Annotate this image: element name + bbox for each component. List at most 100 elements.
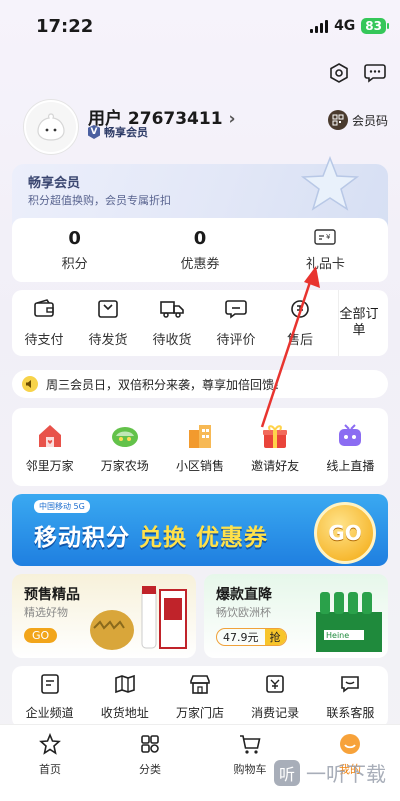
truck-icon: [160, 299, 184, 323]
promo-text-part1: 移动积分: [34, 525, 130, 551]
price-value: 47.9元: [223, 631, 259, 644]
signal-icon: [310, 19, 329, 33]
member-shield-icon: V: [88, 125, 100, 139]
tab-label: 购物车: [233, 763, 267, 776]
service-label: 邀请好友: [251, 458, 300, 473]
map-icon: [114, 673, 136, 698]
star-decoration-icon: [300, 155, 360, 216]
hot-deal-price[interactable]: 47.9元 抢: [216, 628, 287, 646]
promo-go-button[interactable]: GO: [314, 502, 376, 564]
order-label: 待收货: [152, 332, 192, 348]
service-label: 线上直播: [326, 458, 375, 473]
hot-deal-title: 爆款直降: [216, 587, 272, 603]
promo-banner[interactable]: 中国移动 5G 移动积分 兑换 优惠券 GO: [12, 494, 388, 566]
shortcut-label: 万家门店: [175, 706, 224, 720]
service-label: 邻里万家: [25, 458, 74, 473]
points-item[interactable]: 0 积分: [12, 218, 137, 282]
order-label: 待支付: [24, 332, 64, 348]
farm-icon: [110, 421, 140, 451]
member-banner-title: 畅享会员: [28, 176, 81, 191]
service-community-sales[interactable]: 小区销售: [165, 421, 235, 474]
member-code-label: 会员码: [351, 113, 388, 128]
service-icon: [339, 673, 361, 698]
shortcut-customer-service[interactable]: 联系客服: [315, 673, 385, 721]
order-pending-receipt[interactable]: 待收货: [140, 290, 204, 356]
receipt-icon: [264, 673, 286, 698]
comment-icon: [225, 299, 247, 323]
building-icon: [185, 421, 215, 451]
settings-icon[interactable]: [326, 60, 352, 86]
coupons-label: 优惠券: [180, 257, 220, 272]
shortcut-enterprise[interactable]: 企业频道: [15, 673, 85, 721]
shortcut-address[interactable]: 收货地址: [90, 673, 160, 721]
gift-card-icon: ¥: [314, 228, 337, 249]
shortcut-stores[interactable]: 万家门店: [165, 673, 235, 721]
tab-label: 分类: [139, 763, 161, 776]
watermark: 听 一听下载: [274, 758, 386, 787]
presale-card[interactable]: 预售精品 精选好物 GO: [12, 574, 196, 658]
shortcut-label: 收货地址: [100, 706, 149, 720]
services-card: 邻里万家 万家农场 小区销售 邀请好友 线上直播: [12, 408, 388, 486]
qrcode-icon: [327, 110, 348, 130]
assets-card: 0 积分 0 优惠券 ¥ 礼品卡: [12, 218, 388, 282]
store-icon: [189, 673, 211, 698]
shortcut-records[interactable]: 消费记录: [240, 673, 310, 721]
coupons-value: 0: [193, 228, 207, 249]
service-farm[interactable]: 万家农场: [90, 421, 160, 474]
grab-tag: 抢: [264, 629, 286, 645]
hot-deal-subtitle: 畅饮欧洲杯: [216, 606, 271, 619]
enterprise-icon: [39, 673, 61, 698]
status-time: 17:22: [36, 16, 94, 37]
status-indicators: 4G 83: [310, 18, 389, 34]
shortcut-label: 消费记录: [251, 706, 300, 720]
profile-icon: [339, 733, 361, 758]
svg-text:Heine: Heine: [326, 631, 349, 640]
tab-home[interactable]: 首页: [0, 725, 100, 801]
presale-title: 预售精品: [24, 587, 80, 603]
network-type: 4G: [334, 18, 356, 34]
promo-text-part2: 兑换: [139, 525, 188, 551]
order-pending-payment[interactable]: 待支付: [12, 290, 76, 356]
order-label: 待发货: [88, 332, 128, 348]
points-label: 积分: [61, 257, 88, 272]
china-mobile-logo: 中国移动 5G: [34, 500, 90, 513]
tab-category[interactable]: 分类: [100, 725, 200, 801]
annotation-arrow-icon: [260, 266, 320, 428]
hot-deal-card[interactable]: 爆款直降 畅饮欧洲杯 47.9元 抢 Heine: [204, 574, 388, 658]
notice-bar[interactable]: 周三会员日，双倍积分来袭，尊享加倍回馈！: [12, 370, 388, 398]
presale-go-button[interactable]: GO: [24, 628, 58, 643]
points-value: 0: [68, 228, 81, 249]
message-icon[interactable]: [362, 60, 388, 86]
shortcut-label: 联系客服: [326, 706, 375, 720]
watermark-text: 一听下载: [306, 762, 386, 786]
coupons-item[interactable]: 0 优惠券: [137, 218, 262, 282]
member-banner-subtitle: 积分超值换购，会员专属折扣: [28, 194, 171, 207]
orders-card: 待支付 待发货 待收货 待评价 售后 全部订单: [12, 290, 388, 356]
all-orders-button[interactable]: 全部订单: [338, 290, 379, 356]
home-icon: [39, 732, 61, 758]
service-label: 小区销售: [175, 458, 224, 473]
speaker-icon: [22, 376, 38, 392]
avatar[interactable]: [24, 100, 78, 154]
order-pending-shipment[interactable]: 待发货: [76, 290, 140, 356]
shortcuts-card: 企业频道 收货地址 万家门店 消费记录 联系客服: [12, 666, 388, 728]
chevron-right-icon: ›: [228, 109, 236, 129]
beer-product-image: Heine: [316, 592, 382, 652]
service-label: 万家农场: [100, 458, 149, 473]
house-icon: [35, 421, 65, 451]
package-icon: [97, 299, 119, 323]
wallet-icon: [33, 298, 55, 323]
live-icon: [335, 421, 365, 451]
service-neighborhood[interactable]: 邻里万家: [15, 421, 85, 474]
presale-subtitle: 精选好物: [24, 606, 68, 619]
cart-icon: [238, 733, 262, 758]
tab-label: 首页: [39, 763, 61, 776]
member-level-badge[interactable]: V 畅享会员: [88, 124, 148, 140]
promo-text-part3: 优惠券: [196, 525, 269, 551]
category-icon: [139, 733, 161, 758]
shortcut-label: 企业频道: [25, 706, 74, 720]
member-level-label: 畅享会员: [104, 126, 148, 139]
battery-icon: 83: [361, 18, 389, 34]
member-code-button[interactable]: 会员码: [327, 110, 388, 130]
promo-headline: 移动积分 兑换 优惠券: [34, 518, 268, 552]
